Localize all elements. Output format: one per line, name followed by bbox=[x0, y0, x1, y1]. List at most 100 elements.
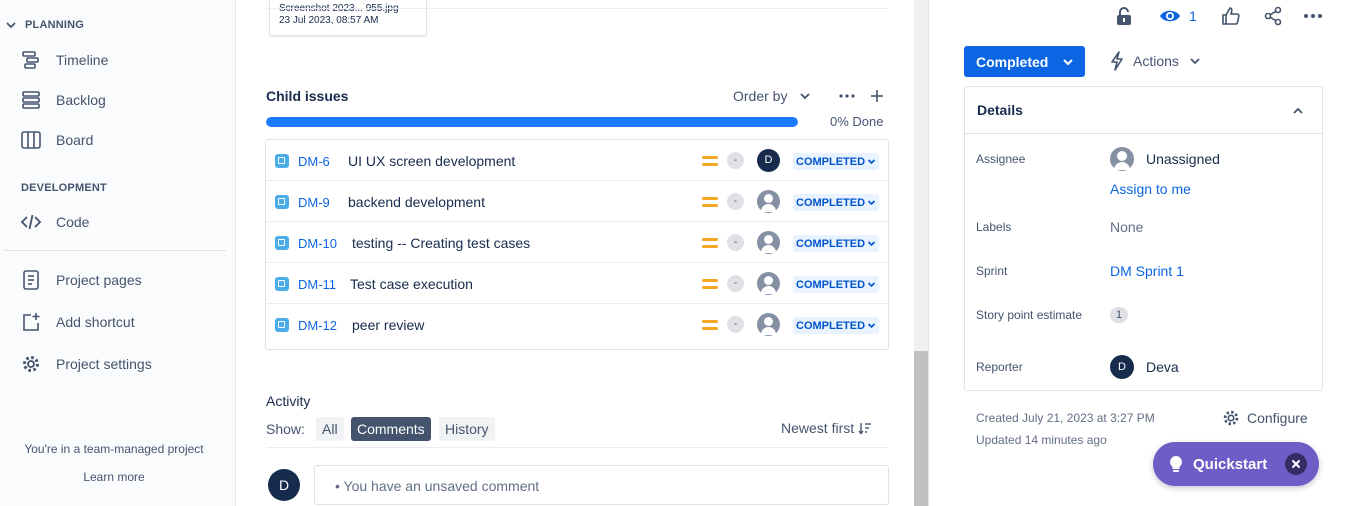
more-actions-button[interactable] bbox=[1303, 6, 1323, 26]
details-header[interactable]: Details bbox=[965, 87, 1322, 134]
status-transition-button[interactable]: Completed bbox=[964, 46, 1085, 77]
list-item[interactable]: DM-10 testing -- Creating test cases - C… bbox=[266, 222, 888, 263]
list-item[interactable]: DM-12 peer review - COMPLETED bbox=[266, 304, 888, 345]
sidebar-item-project-pages[interactable]: Project pages bbox=[20, 266, 142, 294]
issue-details-panel: 1 Completed Actions Details Assignee Una… bbox=[929, 0, 1350, 506]
story-icon bbox=[275, 277, 289, 291]
actions-button[interactable]: Actions bbox=[1109, 51, 1201, 71]
issue-summary[interactable]: Test case execution bbox=[350, 276, 473, 292]
close-icon bbox=[1291, 459, 1301, 469]
issue-summary[interactable]: peer review bbox=[352, 317, 424, 333]
sidebar-item-board[interactable]: Board bbox=[20, 126, 93, 154]
chevron-down-icon bbox=[867, 282, 876, 288]
issue-key[interactable]: DM-11 bbox=[298, 277, 336, 292]
sidebar-item-project-settings[interactable]: Project settings bbox=[20, 350, 152, 378]
chevron-down-icon bbox=[867, 200, 876, 206]
avatar: D bbox=[1110, 355, 1134, 379]
reporter-field[interactable]: D Deva bbox=[1110, 355, 1179, 379]
status-dropdown[interactable]: COMPLETED bbox=[793, 194, 880, 211]
avatar[interactable] bbox=[757, 313, 780, 336]
attachment-card[interactable]: Screenshot 2023... 955.jpg 23 Jul 2023, … bbox=[269, 0, 427, 36]
filter-all-button[interactable]: All bbox=[316, 417, 344, 441]
sidebar-item-label: Timeline bbox=[56, 52, 109, 68]
updated-timestamp: Updated 14 minutes ago bbox=[976, 433, 1107, 447]
estimate-badge: - bbox=[727, 234, 744, 251]
chevron-down-icon bbox=[867, 323, 876, 329]
sidebar-item-backlog[interactable]: Backlog bbox=[20, 86, 106, 114]
estimate-badge: - bbox=[727, 316, 744, 333]
progress-label: 0% Done bbox=[830, 114, 884, 129]
avatar[interactable] bbox=[757, 272, 780, 295]
estimate-badge: - bbox=[727, 193, 744, 210]
list-item[interactable]: DM-11 Test case execution - COMPLETED bbox=[266, 263, 888, 304]
priority-medium-icon bbox=[702, 156, 718, 166]
reporter-value: Deva bbox=[1146, 359, 1179, 375]
activity-title: Activity bbox=[266, 393, 311, 409]
status-dropdown[interactable]: COMPLETED bbox=[793, 235, 880, 252]
learn-more-link[interactable]: Learn more bbox=[0, 470, 228, 484]
child-issues-list: DM-6 UI UX screen development - D COMPLE… bbox=[265, 139, 889, 350]
status-dropdown[interactable]: COMPLETED bbox=[793, 153, 880, 170]
status-dropdown[interactable]: COMPLETED bbox=[793, 276, 880, 293]
add-child-issue-button[interactable] bbox=[867, 86, 887, 106]
vote-button[interactable] bbox=[1221, 6, 1241, 26]
story-point-field[interactable]: 1 bbox=[1110, 307, 1128, 323]
filter-history-button[interactable]: History bbox=[439, 417, 495, 441]
list-item[interactable]: DM-9 backend development - COMPLETED bbox=[266, 181, 888, 222]
development-section-header: DEVELOPMENT bbox=[21, 182, 107, 194]
backlog-icon bbox=[22, 91, 40, 109]
story-icon bbox=[275, 236, 289, 250]
issue-key[interactable]: DM-10 bbox=[298, 236, 337, 251]
lightbulb-icon bbox=[1170, 456, 1182, 472]
sidebar-item-label: Project settings bbox=[56, 356, 152, 372]
comment-input[interactable]: • You have an unsaved comment bbox=[314, 465, 889, 505]
sort-newest-first-button[interactable]: Newest first bbox=[781, 420, 872, 436]
avatar[interactable]: D bbox=[757, 149, 780, 172]
details-title: Details bbox=[977, 102, 1023, 118]
labels-field[interactable]: None bbox=[1110, 219, 1143, 235]
sprint-label: Sprint bbox=[976, 264, 1008, 278]
quickstart-button[interactable]: Quickstart bbox=[1153, 442, 1319, 486]
status-dropdown[interactable]: COMPLETED bbox=[793, 317, 880, 334]
issue-key[interactable]: DM-9 bbox=[298, 195, 330, 210]
sidebar-item-code[interactable]: Code bbox=[20, 208, 89, 236]
issue-key[interactable]: DM-12 bbox=[298, 318, 337, 333]
assignee-value: Unassigned bbox=[1146, 151, 1220, 167]
issue-summary[interactable]: UI UX screen development bbox=[348, 153, 515, 169]
issue-key[interactable]: DM-6 bbox=[298, 154, 330, 169]
quickstart-close-button[interactable] bbox=[1285, 453, 1307, 475]
sprint-field[interactable]: DM Sprint 1 bbox=[1110, 263, 1184, 279]
planning-section-header[interactable]: PLANNING bbox=[5, 19, 84, 31]
order-by-button[interactable]: Order by bbox=[733, 86, 811, 106]
avatar[interactable] bbox=[757, 231, 780, 254]
issue-summary[interactable]: backend development bbox=[348, 194, 485, 210]
story-point-label: Story point estimate bbox=[976, 308, 1083, 322]
status-label: COMPLETED bbox=[796, 155, 866, 168]
code-icon bbox=[20, 214, 42, 230]
assign-to-me-link[interactable]: Assign to me bbox=[1110, 181, 1191, 197]
share-button[interactable] bbox=[1263, 6, 1283, 26]
section-divider bbox=[266, 8, 888, 9]
sidebar-item-add-shortcut[interactable]: Add shortcut bbox=[20, 308, 135, 336]
sidebar-item-timeline[interactable]: Timeline bbox=[20, 46, 108, 74]
more-icon bbox=[1304, 14, 1322, 18]
restrictions-button[interactable] bbox=[1115, 6, 1133, 26]
created-timestamp: Created July 21, 2023 at 3:27 PM bbox=[976, 411, 1155, 425]
story-icon bbox=[275, 154, 289, 168]
issue-summary[interactable]: testing -- Creating test cases bbox=[352, 235, 530, 251]
chevron-down-icon bbox=[867, 159, 876, 165]
avatar[interactable] bbox=[757, 190, 780, 213]
list-item[interactable]: DM-6 UI UX screen development - D COMPLE… bbox=[266, 140, 888, 181]
watch-button[interactable]: 1 bbox=[1159, 6, 1197, 26]
configure-button[interactable]: Configure bbox=[1221, 408, 1308, 428]
chevron-down-icon bbox=[1063, 58, 1074, 65]
timeline-icon bbox=[22, 51, 39, 69]
more-options-button[interactable] bbox=[837, 86, 857, 106]
filter-comments-button[interactable]: Comments bbox=[351, 417, 431, 441]
attachment-filename: Screenshot 2023... 955.jpg bbox=[279, 3, 426, 15]
sidebar-item-label: Add shortcut bbox=[56, 314, 135, 330]
more-icon bbox=[839, 94, 855, 98]
assignee-field[interactable]: Unassigned bbox=[1110, 147, 1220, 171]
scrollbar-thumb[interactable] bbox=[914, 351, 928, 506]
labels-label: Labels bbox=[976, 220, 1012, 234]
